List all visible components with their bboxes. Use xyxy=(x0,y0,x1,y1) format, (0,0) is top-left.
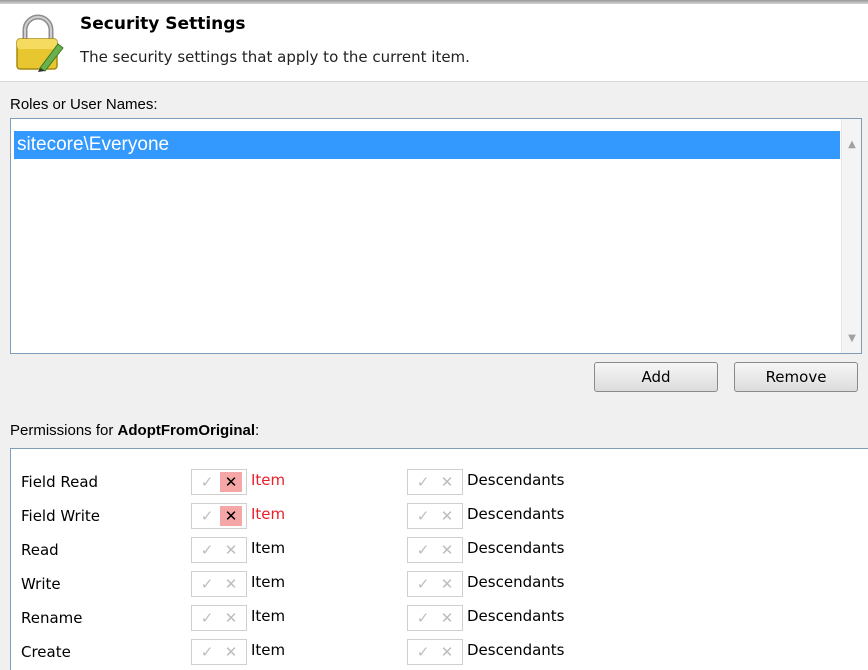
permissions-label-prefix: Permissions for xyxy=(10,422,118,439)
scope-label-item: Item xyxy=(251,573,286,591)
roles-scrollbar[interactable]: ▲ ▼ xyxy=(841,119,861,353)
scope-label-item: Item xyxy=(251,607,286,625)
allow-check-icon[interactable]: ✓ xyxy=(196,540,218,560)
scope-label-item: Item xyxy=(251,539,286,557)
header-panel: Security Settings The security settings … xyxy=(0,4,868,82)
roles-listbox[interactable]: sitecore\Everyone ▲ ▼ xyxy=(10,118,862,354)
permission-name: Field Read xyxy=(21,473,99,491)
allow-check-icon[interactable]: ✓ xyxy=(412,472,434,492)
scroll-up-icon[interactable]: ▲ xyxy=(842,135,862,155)
permission-toggle-item: ✓ ✕ xyxy=(191,571,247,597)
deny-x-icon[interactable]: ✕ xyxy=(436,540,458,560)
deny-x-icon[interactable]: ✕ xyxy=(436,608,458,628)
scope-label-descendants: Descendants xyxy=(467,573,565,591)
permission-toggle-item: ✓ ✕ xyxy=(191,639,247,665)
table-row: Field Write ✓ ✕ Item ✓ ✕ Descendants xyxy=(11,499,868,533)
permission-name: Rename xyxy=(21,609,83,627)
scroll-down-icon[interactable]: ▼ xyxy=(842,329,862,349)
allow-check-icon[interactable]: ✓ xyxy=(196,642,218,662)
deny-x-icon[interactable]: ✕ xyxy=(220,540,242,560)
deny-x-icon[interactable]: ✕ xyxy=(220,608,242,628)
table-row: Rename ✓ ✕ Item ✓ ✕ Descendants xyxy=(11,601,868,635)
allow-check-icon[interactable]: ✓ xyxy=(412,574,434,594)
scope-label-descendants: Descendants xyxy=(467,471,565,489)
page-subtitle: The security settings that apply to the … xyxy=(80,48,470,66)
deny-x-icon[interactable]: ✕ xyxy=(220,506,242,526)
allow-check-icon[interactable]: ✓ xyxy=(196,574,218,594)
lock-icon xyxy=(16,14,64,72)
scope-label-descendants: Descendants xyxy=(467,505,565,523)
allow-check-icon[interactable]: ✓ xyxy=(412,608,434,628)
permission-toggle-item: ✓ ✕ xyxy=(191,605,247,631)
scope-label-descendants: Descendants xyxy=(467,607,565,625)
permissions-label: Permissions for AdoptFromOriginal: xyxy=(10,422,259,439)
permission-name: Write xyxy=(21,575,61,593)
allow-check-icon[interactable]: ✓ xyxy=(412,642,434,662)
scope-label-item: Item xyxy=(251,641,286,659)
allow-check-icon[interactable]: ✓ xyxy=(196,506,218,526)
deny-x-icon[interactable]: ✕ xyxy=(220,472,242,492)
permission-toggle-descendants: ✓ ✕ xyxy=(407,503,463,529)
table-row: Field Read ✓ ✕ Item ✓ ✕ Descendants xyxy=(11,465,868,499)
deny-x-icon[interactable]: ✕ xyxy=(220,642,242,662)
list-item[interactable]: sitecore\Everyone xyxy=(14,131,840,159)
deny-x-icon[interactable]: ✕ xyxy=(436,642,458,662)
scope-label-item: Item xyxy=(251,505,286,523)
permission-toggle-item: ✓ ✕ xyxy=(191,537,247,563)
scope-label-descendants: Descendants xyxy=(467,539,565,557)
table-row: Create ✓ ✕ Item ✓ ✕ Descendants xyxy=(11,635,868,669)
allow-check-icon[interactable]: ✓ xyxy=(412,506,434,526)
roles-label: Roles or User Names: xyxy=(10,96,158,113)
scope-label-item: Item xyxy=(251,471,286,489)
page-title: Security Settings xyxy=(80,14,246,34)
permission-toggle-descendants: ✓ ✕ xyxy=(407,537,463,563)
add-button[interactable]: Add xyxy=(594,362,718,392)
deny-x-icon[interactable]: ✕ xyxy=(436,574,458,594)
permission-toggle-item: ✓ ✕ xyxy=(191,469,247,495)
permission-toggle-descendants: ✓ ✕ xyxy=(407,469,463,495)
permission-name: Field Write xyxy=(21,507,100,525)
permission-toggle-descendants: ✓ ✕ xyxy=(407,639,463,665)
permission-name: Read xyxy=(21,541,59,559)
permissions-item-name: AdoptFromOriginal xyxy=(117,422,256,439)
permissions-label-suffix: : xyxy=(255,422,260,439)
permission-toggle-descendants: ✓ ✕ xyxy=(407,605,463,631)
permission-toggle-descendants: ✓ ✕ xyxy=(407,571,463,597)
deny-x-icon[interactable]: ✕ xyxy=(436,472,458,492)
permissions-panel: Field Read ✓ ✕ Item ✓ ✕ Descendants Field Write… xyxy=(10,448,868,670)
deny-x-icon[interactable]: ✕ xyxy=(220,574,242,594)
table-row: Write ✓ ✕ Item ✓ ✕ Descendants xyxy=(11,567,868,601)
allow-check-icon[interactable]: ✓ xyxy=(196,472,218,492)
scope-label-descendants: Descendants xyxy=(467,641,565,659)
permission-name: Create xyxy=(21,643,71,661)
allow-check-icon[interactable]: ✓ xyxy=(196,608,218,628)
deny-x-icon[interactable]: ✕ xyxy=(436,506,458,526)
table-row: Read ✓ ✕ Item ✓ ✕ Descendants xyxy=(11,533,868,567)
allow-check-icon[interactable]: ✓ xyxy=(412,540,434,560)
remove-button[interactable]: Remove xyxy=(734,362,858,392)
permission-toggle-item: ✓ ✕ xyxy=(191,503,247,529)
